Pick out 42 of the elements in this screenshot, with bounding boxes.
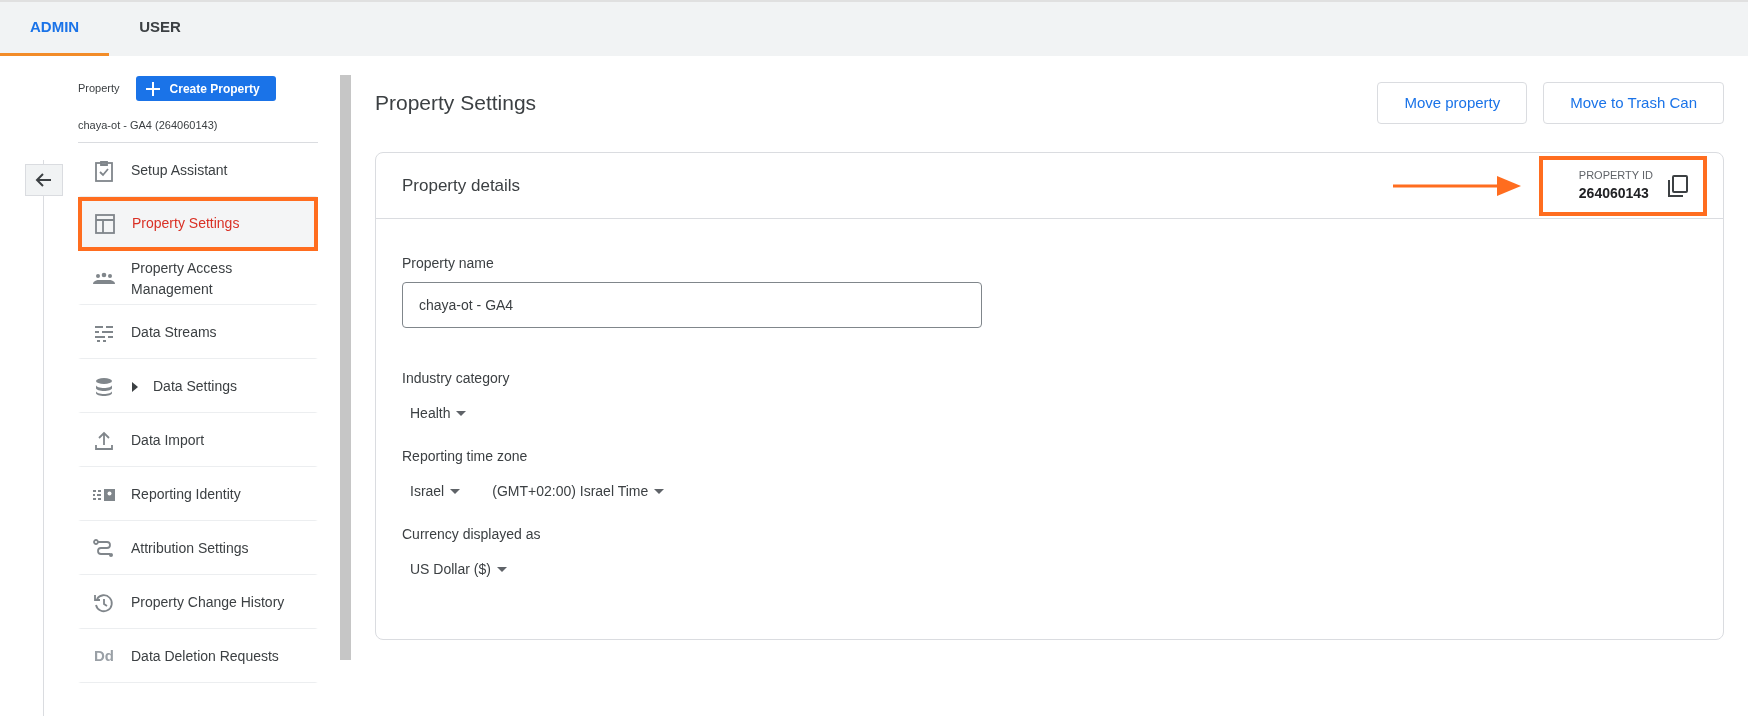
layout-icon <box>93 211 117 236</box>
sidebar-item[interactable]: Reporting Identity <box>78 466 318 521</box>
caret-down-icon <box>654 488 665 495</box>
scrollbar-thumb[interactable] <box>340 75 351 660</box>
sidebar-item[interactable]: Setup Assistant <box>78 142 318 197</box>
sidebar-item[interactable]: Data Import <box>78 412 318 467</box>
create-property-button[interactable]: Create Property <box>135 76 276 101</box>
card-title: Property details <box>402 174 521 197</box>
action-button[interactable]: Move to Trash Can <box>1543 82 1724 124</box>
sidebar-item[interactable]: Data Settings <box>78 358 318 413</box>
caret-right-icon <box>131 382 139 393</box>
sidebar-item[interactable]: Property Change History <box>78 574 318 629</box>
back-button[interactable] <box>25 164 63 196</box>
dropdown[interactable]: US Dollar ($) <box>402 553 515 586</box>
property-label: Property <box>78 81 120 97</box>
dd-icon: Dd <box>94 645 114 668</box>
property-id-label: PROPERTY ID <box>1578 167 1653 183</box>
sidebar-item[interactable]: Property Settings <box>78 196 318 251</box>
dropdown[interactable]: Health <box>402 397 475 430</box>
dropdown[interactable]: Israel <box>402 475 469 508</box>
caret-down-icon <box>496 566 507 573</box>
sidebar-item[interactable]: Dd Data Deletion Requests <box>78 628 318 683</box>
sidebar-item[interactable]: Data Streams <box>78 304 318 359</box>
plus-icon <box>145 81 160 96</box>
property-id-value: 264060143 <box>1578 184 1650 204</box>
copy-icon[interactable] <box>1667 173 1689 198</box>
field-label: Industry category <box>402 369 511 388</box>
clipboard-check-icon <box>92 158 116 183</box>
caret-down-icon <box>450 488 461 495</box>
tab[interactable]: USER <box>109 2 211 56</box>
field-label: Reporting time zone <box>402 447 529 466</box>
sidebar-item[interactable]: Attribution Settings <box>78 520 318 575</box>
tab[interactable]: ADMIN <box>0 2 110 56</box>
field-label: Currency displayed as <box>402 525 542 544</box>
caret-down-icon <box>456 410 467 417</box>
action-button[interactable]: Move property <box>1377 82 1528 124</box>
text-field[interactable]: chaya-ot - GA4 <box>402 282 982 328</box>
dropdown[interactable]: (GMT+02:00) Israel Time <box>484 475 673 508</box>
account-name: chaya-ot - GA4 (264060143) <box>78 109 318 143</box>
field-label: Property name <box>402 254 495 273</box>
sidebar-item[interactable]: Property Access Management <box>78 250 318 305</box>
page-title: Property Settings <box>375 90 537 117</box>
